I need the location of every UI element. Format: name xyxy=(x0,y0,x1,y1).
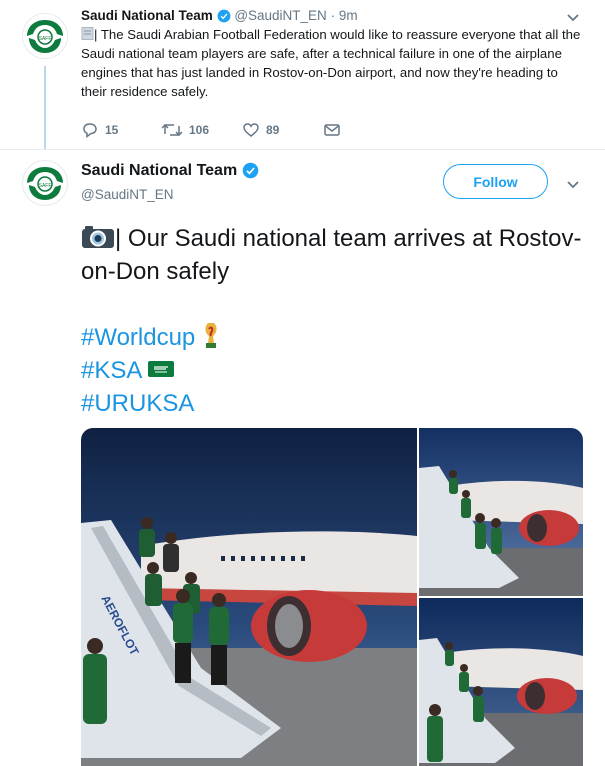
world-cup-trophy-icon xyxy=(205,323,217,348)
retweet-button[interactable]: 106 xyxy=(161,122,209,138)
author-name[interactable]: Saudi National Team xyxy=(81,162,237,179)
tweet1-header: Saudi National Team @SaudiNT_EN · 9m xyxy=(81,8,358,23)
team-arrival-photo-bottom[interactable] xyxy=(419,598,583,766)
saudi-flag-icon xyxy=(147,361,174,377)
like-count: 89 xyxy=(266,123,280,137)
heart-icon xyxy=(243,123,259,137)
tweet2-body: | Our Saudi national team arrives at Ros… xyxy=(81,225,582,285)
author-handle[interactable]: @SaudiNT_EN xyxy=(81,187,174,202)
svg-text:SAFF: SAFF xyxy=(39,183,52,189)
tweet1-text: | The Saudi Arabian Football Federation … xyxy=(81,25,581,101)
tweet-divider xyxy=(0,149,605,150)
saff-logo-icon: SAFF xyxy=(27,167,63,200)
hashtag-link[interactable]: #KSA xyxy=(81,354,591,387)
reply-count: 15 xyxy=(105,123,119,137)
chevron-down-icon[interactable] xyxy=(566,177,580,195)
svg-text:SAFF: SAFF xyxy=(39,36,52,42)
team-arrival-photo-top[interactable] xyxy=(419,428,583,596)
envelope-icon xyxy=(324,124,340,136)
hashtag-link[interactable]: #Worldcup xyxy=(81,321,591,354)
reply-button[interactable]: 15 xyxy=(81,122,118,138)
media-grid[interactable]: AEROFLOT xyxy=(81,428,583,766)
message-button[interactable] xyxy=(323,122,341,138)
tweet2-author: Saudi National Team xyxy=(81,162,259,180)
camera-emoji-icon xyxy=(82,226,114,248)
document-emoji-icon xyxy=(81,27,94,40)
verified-badge-icon xyxy=(217,10,230,23)
saff-logo-icon: SAFF xyxy=(27,20,63,53)
like-button[interactable]: 89 xyxy=(242,122,279,138)
thread-connector xyxy=(44,66,46,150)
author-handle[interactable]: @SaudiNT_EN xyxy=(234,8,327,23)
verified-badge-icon xyxy=(242,162,258,179)
team-arrival-photo-main[interactable]: AEROFLOT xyxy=(81,428,417,766)
author-name[interactable]: Saudi National Team xyxy=(81,8,213,23)
hashtag-link[interactable]: #URUKSA xyxy=(81,387,591,420)
avatar[interactable]: SAFF xyxy=(22,160,68,206)
tweet1-body: | The Saudi Arabian Football Federation … xyxy=(81,27,581,99)
tweet2-text: | Our Saudi national team arrives at Ros… xyxy=(81,222,591,420)
retweet-icon xyxy=(161,123,183,137)
timestamp[interactable]: · 9m xyxy=(331,8,358,23)
follow-button[interactable]: Follow xyxy=(443,164,548,199)
retweet-count: 106 xyxy=(189,123,210,137)
reply-icon xyxy=(83,123,97,138)
avatar[interactable]: SAFF xyxy=(22,13,68,59)
